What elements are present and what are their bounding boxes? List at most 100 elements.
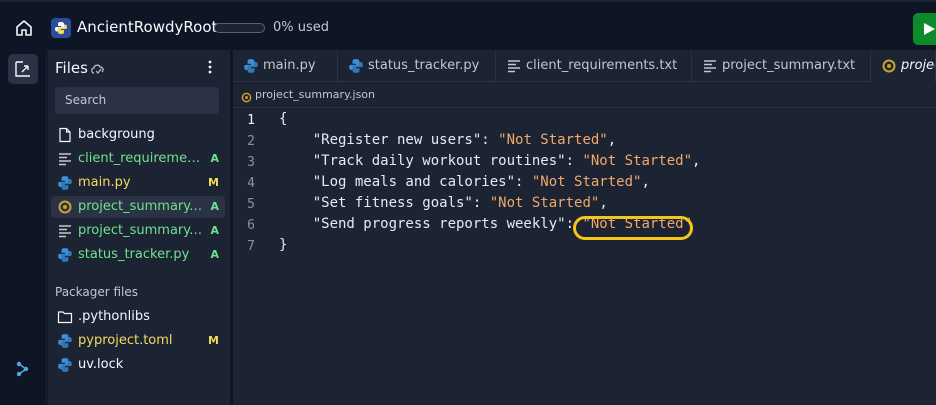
- file-item[interactable]: client_requirements.txt A: [51, 148, 225, 170]
- json-separator: :: [515, 174, 532, 190]
- line-number: 3: [247, 155, 255, 170]
- breadcrumb-label: project_summary.json: [255, 88, 376, 101]
- json-value: "Not Started": [582, 153, 693, 169]
- play-icon: [924, 23, 935, 35]
- file-item[interactable]: project_summary.txt A: [51, 220, 225, 242]
- app-title[interactable]: AncientRowdyRoot: [77, 18, 217, 36]
- code-line: "Set fitness goals": "Not Started",: [279, 195, 608, 211]
- file-item[interactable]: main.py M: [51, 172, 225, 194]
- json-separator: :: [472, 195, 490, 211]
- json-separator: :: [565, 153, 583, 169]
- editor-area: main.py status_tracker.py client_require…: [233, 50, 936, 405]
- file-name: uv.lock: [78, 357, 124, 372]
- file-name: main.py: [78, 175, 131, 190]
- files-panel-title: Files: [55, 59, 88, 77]
- tab-main-py[interactable]: main.py: [233, 50, 338, 82]
- tab-label: project_summary.json: [901, 58, 935, 73]
- json-comma: ,: [599, 195, 608, 211]
- packager-files-heading: Packager files: [55, 285, 139, 299]
- json-icon: [241, 88, 252, 107]
- file-item[interactable]: project_summary.json A: [51, 196, 225, 218]
- json-key: "Register new users": [279, 132, 482, 148]
- git-status-badge: M: [208, 176, 219, 189]
- file-item[interactable]: status_tracker.py A: [51, 244, 225, 266]
- json-separator: :: [481, 132, 499, 148]
- tab-label: client_requirements.txt: [526, 58, 678, 73]
- json-key: "Log meals and calories": [279, 174, 516, 190]
- json-icon: [57, 199, 73, 215]
- sync-check-icon: [91, 61, 105, 80]
- python-icon: [57, 175, 73, 191]
- text-file-icon: [506, 58, 522, 74]
- file-item[interactable]: .pythonlibs: [51, 306, 225, 328]
- line-number: 6: [247, 218, 255, 233]
- json-comma: ,: [607, 132, 617, 148]
- python-icon: [57, 357, 73, 373]
- git-status-badge: A: [210, 200, 219, 213]
- tab-label: main.py: [263, 58, 316, 73]
- open-brace: {: [279, 111, 288, 127]
- python-icon: [51, 18, 71, 38]
- tab-label: status_tracker.py: [368, 58, 480, 73]
- python-icon: [57, 247, 73, 263]
- file-item[interactable]: backgroung: [51, 124, 225, 146]
- line-number: 4: [247, 176, 255, 191]
- json-icon: [881, 58, 897, 74]
- text-file-icon: [57, 151, 73, 167]
- close-brace: }: [279, 237, 288, 253]
- tab-status-tracker-py[interactable]: status_tracker.py: [338, 50, 496, 82]
- tab-project-summary-txt[interactable]: project_summary.txt: [692, 50, 871, 82]
- files-tool-button[interactable]: [8, 54, 38, 84]
- json-key: "Set fitness goals": [279, 195, 473, 211]
- tab-project-summary-json[interactable]: project_summary.json: [871, 50, 936, 82]
- json-value: "Not Started": [489, 195, 600, 211]
- breadcrumb: project_summary.json: [233, 82, 936, 108]
- code-line: {: [279, 111, 287, 127]
- file-name: .pythonlibs: [78, 309, 150, 324]
- file-name: status_tracker.py: [78, 247, 190, 262]
- json-comma: ,: [641, 174, 650, 190]
- run-button[interactable]: [913, 13, 936, 45]
- git-status-badge: M: [208, 334, 219, 347]
- json-value: "Not Started": [498, 132, 608, 148]
- json-key: "Track daily workout routines": [279, 153, 566, 169]
- git-status-badge: A: [210, 152, 219, 165]
- line-number: 1: [247, 113, 255, 128]
- file-item[interactable]: pyproject.toml M: [51, 330, 225, 352]
- folder-icon: [57, 309, 73, 325]
- editor-tab-bar: main.py status_tracker.py client_require…: [233, 50, 936, 82]
- json-value: "Not Started": [531, 174, 642, 190]
- file-name: project_summary.txt: [78, 223, 206, 238]
- line-number: 7: [247, 239, 255, 254]
- search-input[interactable]: Search: [55, 87, 219, 114]
- usage-progress-bar: [214, 23, 265, 33]
- file-name: pyproject.toml: [78, 333, 173, 348]
- git-status-badge: A: [210, 248, 219, 261]
- line-number: 5: [247, 197, 255, 212]
- python-icon: [243, 58, 259, 74]
- home-icon[interactable]: [14, 18, 34, 38]
- code-line: }: [279, 237, 287, 253]
- tools-icon[interactable]: [15, 360, 31, 382]
- top-bar: AncientRowdyRoot 0% used: [0, 0, 936, 50]
- file-name: backgroung: [78, 127, 155, 142]
- python-icon: [57, 333, 73, 349]
- text-file-icon: [702, 58, 718, 74]
- file-item[interactable]: uv.lock: [51, 354, 225, 376]
- left-rail: [0, 50, 47, 405]
- json-key: "Send progress reports weekly": [279, 216, 566, 232]
- git-status-badge: A: [210, 224, 219, 237]
- text-file-icon: [57, 223, 73, 239]
- files-panel: Files Search backgroung client_requiremen…: [48, 50, 230, 405]
- file-name: project_summary.json: [78, 199, 206, 214]
- tab-label: project_summary.txt: [722, 58, 856, 73]
- file-name: client_requirements.txt: [78, 151, 206, 166]
- highlight-annotation: [573, 216, 693, 240]
- kebab-menu-icon[interactable]: [204, 59, 216, 75]
- file-tree-icon: [15, 61, 30, 77]
- tab-client-requirements-txt[interactable]: client_requirements.txt: [496, 50, 692, 82]
- file-icon: [57, 127, 73, 143]
- line-number: 2: [247, 134, 255, 149]
- json-comma: ,: [692, 153, 701, 169]
- code-line: "Register new users": "Not Started",: [279, 132, 616, 148]
